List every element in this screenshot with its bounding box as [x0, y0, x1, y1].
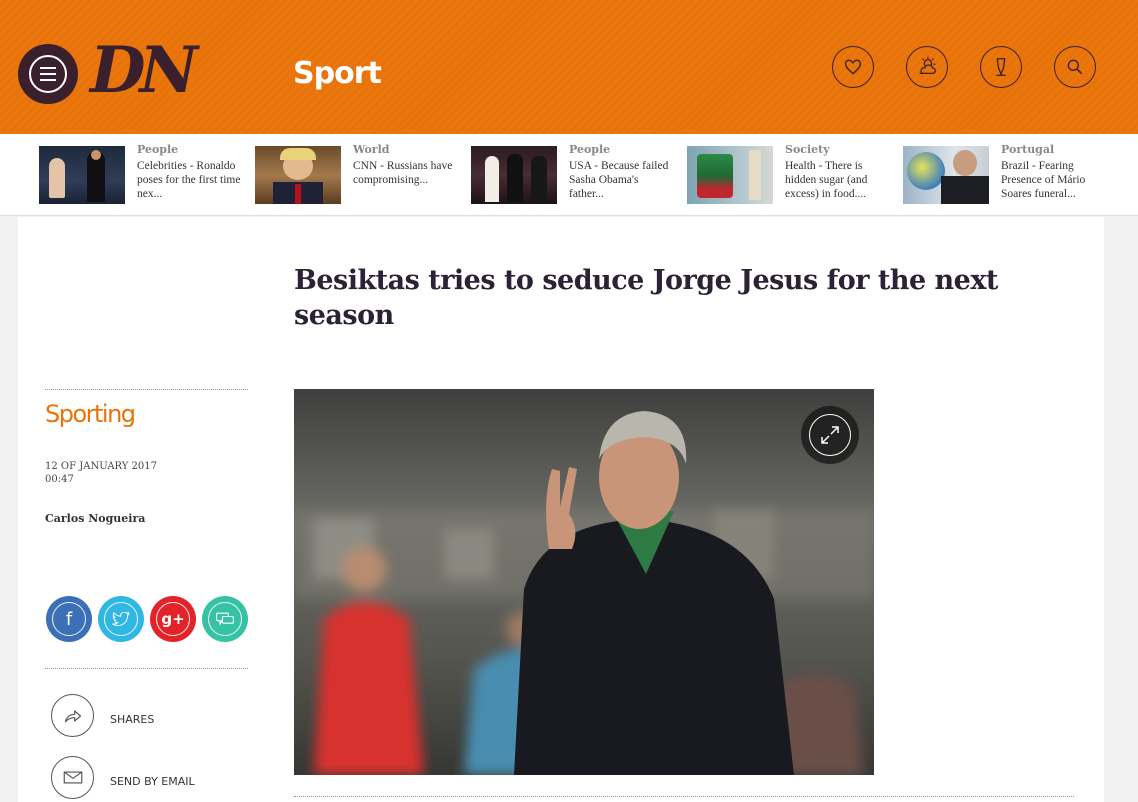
- send-email-button[interactable]: [51, 756, 94, 799]
- article-tag[interactable]: Sporting: [45, 400, 136, 428]
- expand-icon: [821, 426, 839, 444]
- teaser-item[interactable]: Portugal Brazil - Fearing Presence of Má…: [903, 143, 1106, 206]
- share-google-plus-button[interactable]: g+: [150, 596, 196, 642]
- shares-button[interactable]: [51, 694, 94, 737]
- related-news-strip: People Celebrities - Ronaldo poses for t…: [0, 134, 1138, 216]
- expand-image-button[interactable]: [801, 406, 859, 464]
- article-card: Besiktas tries to seduce Jorge Jesus for…: [18, 217, 1104, 802]
- teaser-item[interactable]: World CNN - Russians have compromising..…: [255, 143, 458, 206]
- teaser-thumbnail[interactable]: [471, 146, 557, 204]
- search-button[interactable]: [1054, 46, 1096, 88]
- heart-icon: [844, 59, 862, 75]
- divider: [45, 668, 248, 669]
- article-author[interactable]: Carlos Nogueira: [45, 512, 145, 525]
- teaser-thumbnail[interactable]: [903, 146, 989, 204]
- teaser-item[interactable]: People USA - Because failed Sasha Obama'…: [471, 143, 674, 206]
- article-time: 00:47: [45, 474, 74, 485]
- article-headline: Besiktas tries to seduce Jorge Jesus for…: [294, 265, 998, 331]
- comments-icon: [216, 612, 234, 626]
- menu-button[interactable]: [18, 44, 78, 104]
- facebook-icon: f: [65, 608, 73, 630]
- google-plus-icon: g+: [161, 610, 185, 628]
- divider: [294, 796, 1074, 797]
- comments-button[interactable]: [202, 596, 248, 642]
- teaser-title[interactable]: Health - There is hidden sugar (and exce…: [785, 159, 890, 203]
- teaser-title[interactable]: Brazil - Fearing Presence of Mário Soare…: [1001, 159, 1106, 203]
- teaser-item[interactable]: People Celebrities - Ronaldo poses for t…: [39, 143, 242, 206]
- teaser-category[interactable]: World: [353, 143, 389, 156]
- teaser-category[interactable]: Portugal: [1001, 143, 1054, 156]
- teaser-thumbnail[interactable]: [687, 146, 773, 204]
- favorites-button[interactable]: [832, 46, 874, 88]
- section-title[interactable]: Sport: [293, 56, 382, 91]
- weather-icon: [919, 56, 936, 75]
- teaser-title[interactable]: CNN - Russians have compromising...: [353, 159, 458, 203]
- site-header: DN Sport: [0, 0, 1138, 134]
- divider: [45, 389, 248, 390]
- share-icon: [64, 709, 81, 722]
- teaser-item[interactable]: Society Health - There is hidden sugar (…: [687, 143, 890, 206]
- email-icon: [63, 771, 82, 784]
- pen-icon: [996, 58, 1006, 77]
- teaser-title[interactable]: USA - Because failed Sasha Obama's fathe…: [569, 159, 674, 203]
- article-photo[interactable]: [294, 389, 874, 775]
- teaser-category[interactable]: Society: [785, 143, 830, 156]
- teaser-thumbnail[interactable]: [255, 146, 341, 204]
- article-datetime: 12 OF JANUARY 2017 00:47: [45, 460, 157, 486]
- teaser-title[interactable]: Celebrities - Ronaldo poses for the firs…: [137, 159, 242, 203]
- teaser-thumbnail[interactable]: [39, 146, 125, 204]
- teaser-category[interactable]: People: [569, 143, 610, 156]
- article-date: 12 OF JANUARY 2017: [45, 461, 157, 472]
- send-email-label[interactable]: SEND BY EMAIL: [110, 775, 195, 788]
- teaser-category[interactable]: People: [137, 143, 178, 156]
- menu-icon: [29, 55, 67, 93]
- opinion-button[interactable]: [980, 46, 1022, 88]
- coach-photo-illustration: [294, 389, 874, 775]
- shares-label[interactable]: SHARES: [110, 713, 154, 726]
- site-logo[interactable]: DN: [90, 36, 200, 106]
- share-facebook-button[interactable]: f: [46, 596, 92, 642]
- weather-button[interactable]: [906, 46, 948, 88]
- search-icon: [1067, 59, 1083, 75]
- twitter-icon: [112, 611, 130, 626]
- share-twitter-button[interactable]: [98, 596, 144, 642]
